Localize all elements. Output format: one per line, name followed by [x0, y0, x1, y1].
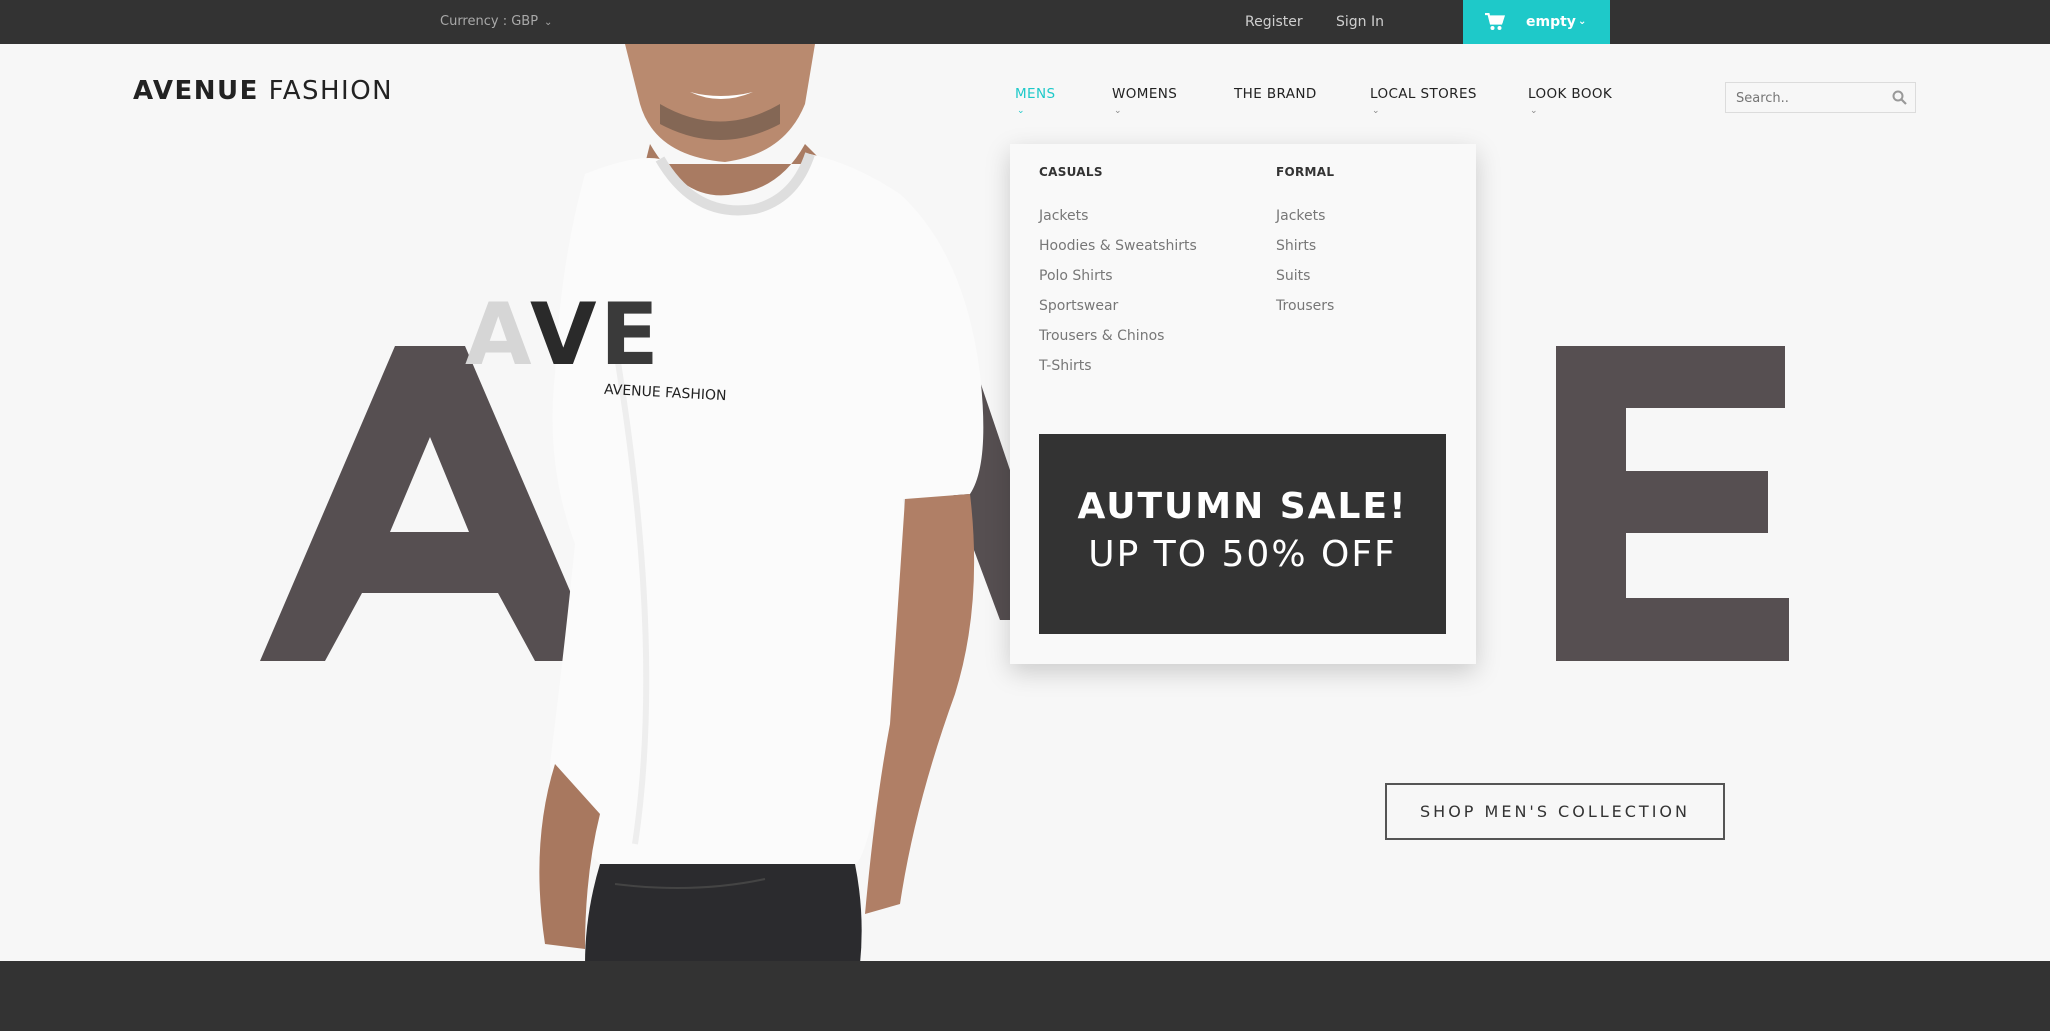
search-input[interactable]	[1734, 87, 1888, 109]
chevron-down-icon: ⌄	[544, 17, 553, 28]
sign-in-link[interactable]: Sign In	[1336, 0, 1384, 44]
chevron-down-icon: ⌄	[1578, 16, 1587, 27]
nav-label: LOCAL STORES	[1370, 86, 1477, 102]
menu-link-trousers-chinos[interactable]: Trousers & Chinos	[1039, 328, 1164, 344]
mens-mega-menu: CASUALS Jackets Hoodies & Sweatshirts Po…	[1010, 144, 1476, 664]
svg-text:E: E	[600, 285, 665, 385]
search-box	[1725, 82, 1916, 113]
promo-line-1: AUTUMN SALE!	[1077, 486, 1408, 527]
chevron-down-icon: ⌄	[1114, 106, 1122, 116]
chevron-down-icon: ⌄	[1372, 106, 1380, 116]
cart-label: empty	[1526, 14, 1576, 30]
menu-heading-formal: FORMAL	[1276, 165, 1335, 179]
menu-link-polo-shirts[interactable]: Polo Shirts	[1039, 268, 1113, 284]
logo-bold: AVENUE	[133, 76, 259, 106]
menu-heading-casuals: CASUALS	[1039, 165, 1103, 179]
cart-button[interactable]: empty ⌄	[1463, 0, 1610, 44]
register-link[interactable]: Register	[1245, 0, 1303, 44]
site-logo[interactable]: AVENUE FASHION	[133, 76, 393, 106]
svg-text:A: A	[465, 285, 538, 385]
nav-label: THE BRAND	[1234, 86, 1317, 102]
nav-item-local-stores[interactable]: LOCAL STORES ⌄	[1370, 86, 1477, 116]
nav-label: MENS	[1015, 86, 1056, 102]
svg-text:V: V	[530, 285, 603, 385]
footer-bar	[0, 961, 2050, 1031]
menu-link-formal-jackets[interactable]: Jackets	[1276, 208, 1325, 224]
menu-link-hoodies-sweatshirts[interactable]: Hoodies & Sweatshirts	[1039, 238, 1197, 254]
currency-selector[interactable]: Currency : GBP ⌄	[440, 0, 552, 44]
hero-letter-e	[1556, 346, 1789, 661]
hero-model-image: A V E AVENUE FASHION	[465, 44, 984, 964]
promo-line-2: UP TO 50% OFF	[1088, 534, 1397, 575]
nav-item-womens[interactable]: WOMENS ⌄	[1112, 86, 1177, 116]
nav-item-mens[interactable]: MENS ⌄	[1015, 86, 1055, 116]
menu-link-formal-shirts[interactable]: Shirts	[1276, 238, 1316, 254]
logo-light: FASHION	[268, 76, 394, 106]
chevron-down-icon: ⌄	[1017, 106, 1025, 116]
currency-label: Currency : GBP	[440, 14, 539, 29]
menu-link-sportswear[interactable]: Sportswear	[1039, 298, 1118, 314]
nav-label: WOMENS	[1112, 86, 1178, 102]
shop-mens-collection-button[interactable]: SHOP MEN'S COLLECTION	[1385, 783, 1725, 840]
top-bar	[0, 0, 2050, 44]
menu-link-jackets[interactable]: Jackets	[1039, 208, 1088, 224]
menu-link-formal-suits[interactable]: Suits	[1276, 268, 1310, 284]
nav-item-the-brand[interactable]: THE BRAND	[1234, 86, 1317, 102]
nav-label: LOOK BOOK	[1528, 86, 1613, 102]
nav-item-look-book[interactable]: LOOK BOOK ⌄	[1528, 86, 1612, 116]
search-icon[interactable]	[1892, 90, 1907, 105]
cart-icon	[1485, 13, 1505, 30]
menu-link-formal-trousers[interactable]: Trousers	[1276, 298, 1334, 314]
menu-link-t-shirts[interactable]: T-Shirts	[1039, 358, 1092, 374]
chevron-down-icon: ⌄	[1530, 106, 1538, 116]
autumn-sale-banner[interactable]: AUTUMN SALE! UP TO 50% OFF	[1039, 434, 1446, 634]
